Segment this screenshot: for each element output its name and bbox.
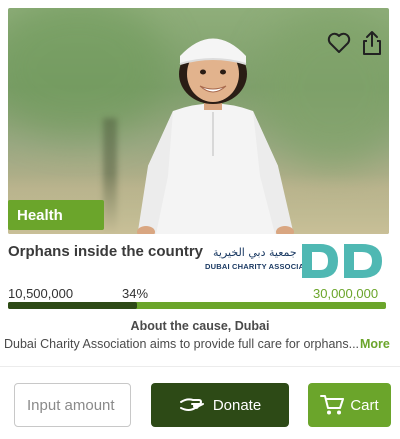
cart-button[interactable]: Cart bbox=[308, 383, 391, 427]
more-link[interactable]: More bbox=[360, 337, 390, 351]
cause-description: Dubai Charity Association aims to provid… bbox=[4, 337, 360, 351]
child-photo bbox=[137, 38, 294, 234]
donate-hand-icon bbox=[179, 398, 204, 411]
heart-icon bbox=[327, 32, 351, 53]
donate-button[interactable]: Donate bbox=[151, 383, 289, 427]
cause-title[interactable]: Orphans inside the country bbox=[8, 243, 203, 260]
progress-fill bbox=[8, 302, 137, 309]
progress-percent: 34% bbox=[122, 286, 149, 301]
donate-label: Donate bbox=[212, 396, 262, 414]
cart-label: Cart bbox=[350, 396, 379, 414]
divider bbox=[0, 366, 400, 367]
dubai-charity-logo-mark bbox=[302, 244, 382, 278]
cart-icon bbox=[320, 395, 345, 415]
goal-amount: 30,000,000 bbox=[313, 286, 379, 301]
category-tag: Health bbox=[8, 200, 104, 230]
favorite-button[interactable] bbox=[326, 30, 352, 56]
share-icon bbox=[363, 31, 381, 55]
raised-amount: 10,500,000 bbox=[8, 286, 74, 301]
progress-bar bbox=[8, 302, 386, 309]
share-button[interactable] bbox=[359, 30, 385, 56]
amount-input[interactable] bbox=[14, 383, 131, 427]
partner-name-arabic: جمعية دبي الخيرية bbox=[213, 246, 297, 259]
about-heading: About the cause, Dubai bbox=[130, 319, 270, 333]
partner-logo: جمعية دبي الخيرية DUBAI CHARITY ASSOCIAT… bbox=[203, 242, 385, 280]
